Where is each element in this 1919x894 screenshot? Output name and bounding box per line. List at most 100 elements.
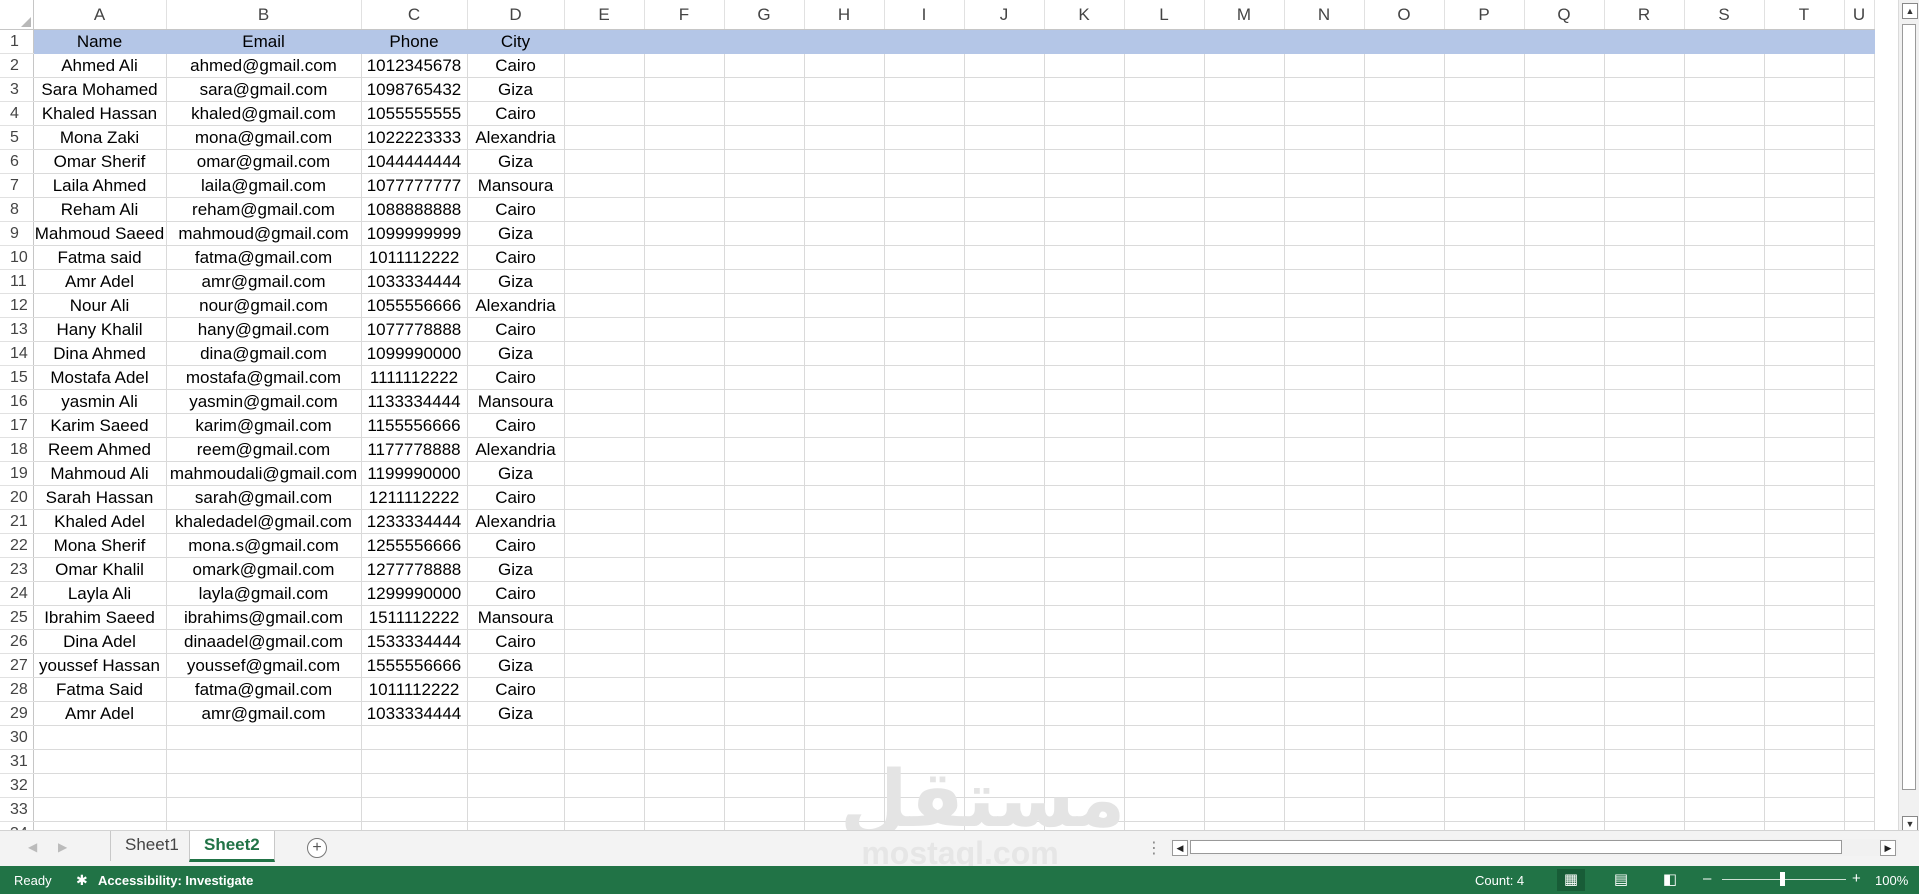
cell[interactable] xyxy=(1844,797,1875,822)
cell[interactable] xyxy=(884,485,965,510)
cell[interactable] xyxy=(1524,365,1605,390)
cell[interactable] xyxy=(564,653,645,678)
cell[interactable] xyxy=(884,173,965,198)
cell[interactable]: amr@gmail.com xyxy=(166,269,362,294)
cell[interactable] xyxy=(1684,269,1765,294)
row-header[interactable]: 4 xyxy=(0,101,34,126)
row-header[interactable]: 9 xyxy=(0,221,34,246)
cell[interactable] xyxy=(644,173,725,198)
cell[interactable] xyxy=(1844,197,1875,222)
cell[interactable] xyxy=(1764,77,1845,102)
cell[interactable]: Cairo xyxy=(467,53,565,78)
cell[interactable]: Reem Ahmed xyxy=(33,437,167,462)
cell[interactable] xyxy=(1524,485,1605,510)
cell[interactable] xyxy=(724,101,805,126)
cell[interactable] xyxy=(1444,125,1525,150)
horizontal-scroll-thumb[interactable] xyxy=(1190,840,1842,854)
cell[interactable] xyxy=(1284,101,1365,126)
cell[interactable] xyxy=(361,725,468,750)
cell[interactable] xyxy=(1284,677,1365,702)
cell[interactable]: Karim Saeed xyxy=(33,413,167,438)
cell[interactable] xyxy=(1604,581,1685,606)
cell[interactable] xyxy=(1284,797,1365,822)
column-header[interactable]: C xyxy=(361,0,468,30)
cell[interactable] xyxy=(644,821,725,830)
cell[interactable] xyxy=(884,509,965,534)
cell[interactable] xyxy=(1124,797,1205,822)
cell[interactable] xyxy=(1204,461,1285,486)
cell[interactable] xyxy=(724,77,805,102)
cell[interactable] xyxy=(361,749,468,774)
cell[interactable] xyxy=(1684,677,1765,702)
cell[interactable] xyxy=(1284,821,1365,830)
cell[interactable] xyxy=(644,485,725,510)
cell[interactable] xyxy=(1444,485,1525,510)
cell[interactable] xyxy=(1444,437,1525,462)
cell[interactable] xyxy=(1764,413,1845,438)
cell[interactable] xyxy=(1444,821,1525,830)
cell[interactable] xyxy=(33,725,167,750)
cell[interactable] xyxy=(1364,797,1445,822)
cell[interactable] xyxy=(804,413,885,438)
cell[interactable] xyxy=(1604,773,1685,798)
cell[interactable] xyxy=(1844,701,1875,726)
cell[interactable] xyxy=(1124,509,1205,534)
cell[interactable] xyxy=(804,557,885,582)
cell[interactable]: 1199990000 xyxy=(361,461,468,486)
cell[interactable] xyxy=(1204,533,1285,558)
cell[interactable] xyxy=(1444,581,1525,606)
cell[interactable] xyxy=(1684,293,1765,318)
cell[interactable] xyxy=(1044,269,1125,294)
cell[interactable] xyxy=(644,101,725,126)
cell[interactable] xyxy=(467,821,565,830)
cell[interactable]: layla@gmail.com xyxy=(166,581,362,606)
cell[interactable] xyxy=(1284,725,1365,750)
cell[interactable] xyxy=(1124,365,1205,390)
cell[interactable] xyxy=(564,557,645,582)
cell[interactable] xyxy=(964,653,1045,678)
worksheet-grid[interactable]: A B C D E F G H I J K L M N O P Q R S T U 1 Name Email Phone City… xyxy=(0,0,1875,830)
cell[interactable] xyxy=(564,773,645,798)
cell[interactable] xyxy=(564,629,645,654)
cell[interactable]: 1533334444 xyxy=(361,629,468,654)
cell[interactable] xyxy=(964,509,1045,534)
cell[interactable] xyxy=(1844,629,1875,654)
cell[interactable] xyxy=(884,725,965,750)
cell[interactable] xyxy=(1604,101,1685,126)
cell[interactable]: Mona Zaki xyxy=(33,125,167,150)
cell[interactable] xyxy=(1764,149,1845,174)
cell[interactable] xyxy=(166,797,362,822)
cell[interactable] xyxy=(644,29,725,54)
cell[interactable] xyxy=(1044,29,1125,54)
cell[interactable] xyxy=(1364,317,1445,342)
cell[interactable] xyxy=(1524,461,1605,486)
cell[interactable] xyxy=(964,701,1045,726)
cell[interactable] xyxy=(1844,533,1875,558)
cell[interactable] xyxy=(1524,53,1605,78)
cell[interactable] xyxy=(804,197,885,222)
cell[interactable] xyxy=(1284,629,1365,654)
cell[interactable] xyxy=(724,365,805,390)
cell[interactable] xyxy=(1684,701,1765,726)
cell[interactable] xyxy=(1364,125,1445,150)
cell[interactable] xyxy=(1364,149,1445,174)
cell[interactable]: 1012345678 xyxy=(361,53,468,78)
cell[interactable] xyxy=(166,821,362,830)
cell[interactable] xyxy=(1684,461,1765,486)
scroll-left-button[interactable]: ◀ xyxy=(1172,840,1188,856)
cell[interactable] xyxy=(1684,173,1765,198)
cell[interactable]: dina@gmail.com xyxy=(166,341,362,366)
cell[interactable] xyxy=(1204,269,1285,294)
cell[interactable] xyxy=(1284,365,1365,390)
cell[interactable]: Mansoura xyxy=(467,173,565,198)
cell[interactable] xyxy=(964,149,1045,174)
cell[interactable] xyxy=(964,677,1045,702)
cell[interactable]: Hany Khalil xyxy=(33,317,167,342)
cell[interactable] xyxy=(804,341,885,366)
cell[interactable]: dinaadel@gmail.com xyxy=(166,629,362,654)
cell[interactable] xyxy=(724,389,805,414)
cell[interactable] xyxy=(1764,701,1845,726)
cell[interactable] xyxy=(1524,821,1605,830)
cell[interactable] xyxy=(724,437,805,462)
cell[interactable] xyxy=(1764,389,1845,414)
